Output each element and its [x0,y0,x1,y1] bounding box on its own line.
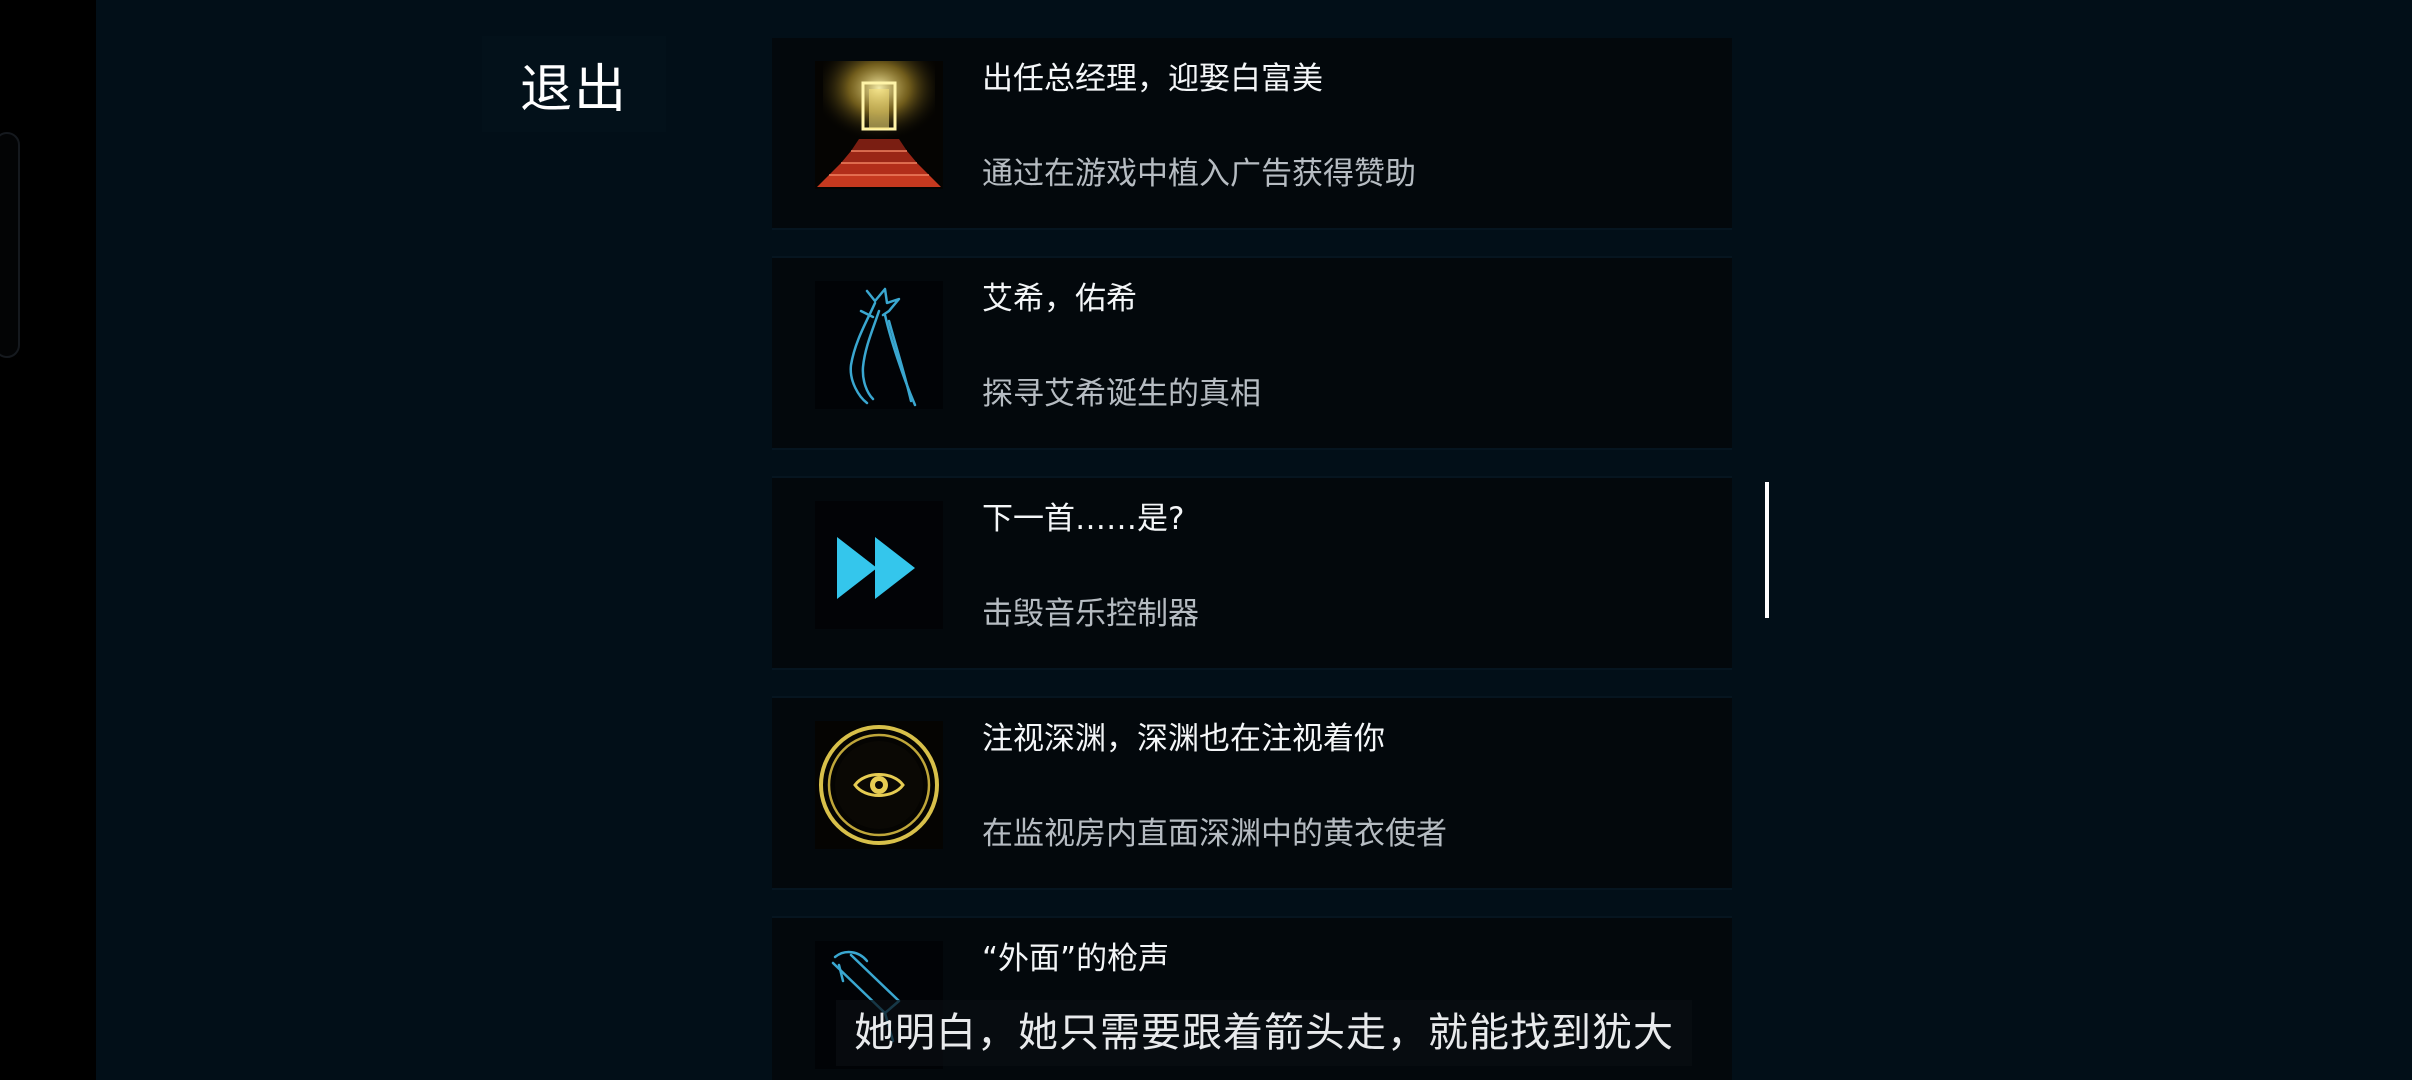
golden-eye-circle-icon [815,721,943,849]
edge-panel-handle[interactable] [0,132,20,358]
achievement-title: 注视深渊，深渊也在注视着你 [982,721,1385,757]
achievement-title: 艾希，佑希 [982,281,1137,317]
achievement-description: 击毁音乐控制器 [982,596,1199,632]
subtitle-caption: 她明白，她只需要跟着箭头走，就能找到犹大 [836,1000,1692,1066]
blue-scythe-figure-icon [815,281,943,409]
achievement-title: 下一首……是? [982,501,1185,537]
achievement-description: 通过在游戏中植入广告获得赞助 [982,156,1416,192]
achievement-card[interactable]: 注视深渊，深渊也在注视着你 在监视房内直面深渊中的黄衣使者 [772,698,1732,888]
scrollbar[interactable] [1765,482,1769,618]
golden-staircase-door-icon [815,61,943,189]
achievement-list[interactable]: 出任总经理，迎娶白富美 通过在游戏中植入广告获得赞助 艾希，佑希 探寻艾希诞生的… [772,38,1732,1080]
achievement-title: 出任总经理，迎娶白富美 [982,61,1323,97]
device-bezel [0,0,96,1080]
achievement-card[interactable]: 出任总经理，迎娶白富美 通过在游戏中植入广告获得赞助 [772,38,1732,228]
achievement-description: 探寻艾希诞生的真相 [982,376,1261,412]
achievement-card[interactable]: 艾希，佑希 探寻艾希诞生的真相 [772,258,1732,448]
game-screen: 退出 出任总经理，迎娶白富美 通过在游戏中植入广告获得赞助 艾希，佑希 探寻艾希… [0,0,2412,1080]
fast-forward-icon [815,501,943,629]
achievement-card[interactable]: 下一首……是? 击毁音乐控制器 [772,478,1732,668]
achievements-screen: 退出 出任总经理，迎娶白富美 通过在游戏中植入广告获得赞助 艾希，佑希 探寻艾希… [96,0,2412,1080]
achievement-description: 在监视房内直面深渊中的黄衣使者 [982,816,1447,852]
exit-button[interactable]: 退出 [482,36,666,132]
achievement-title: “外面”的枪声 [982,941,1170,977]
